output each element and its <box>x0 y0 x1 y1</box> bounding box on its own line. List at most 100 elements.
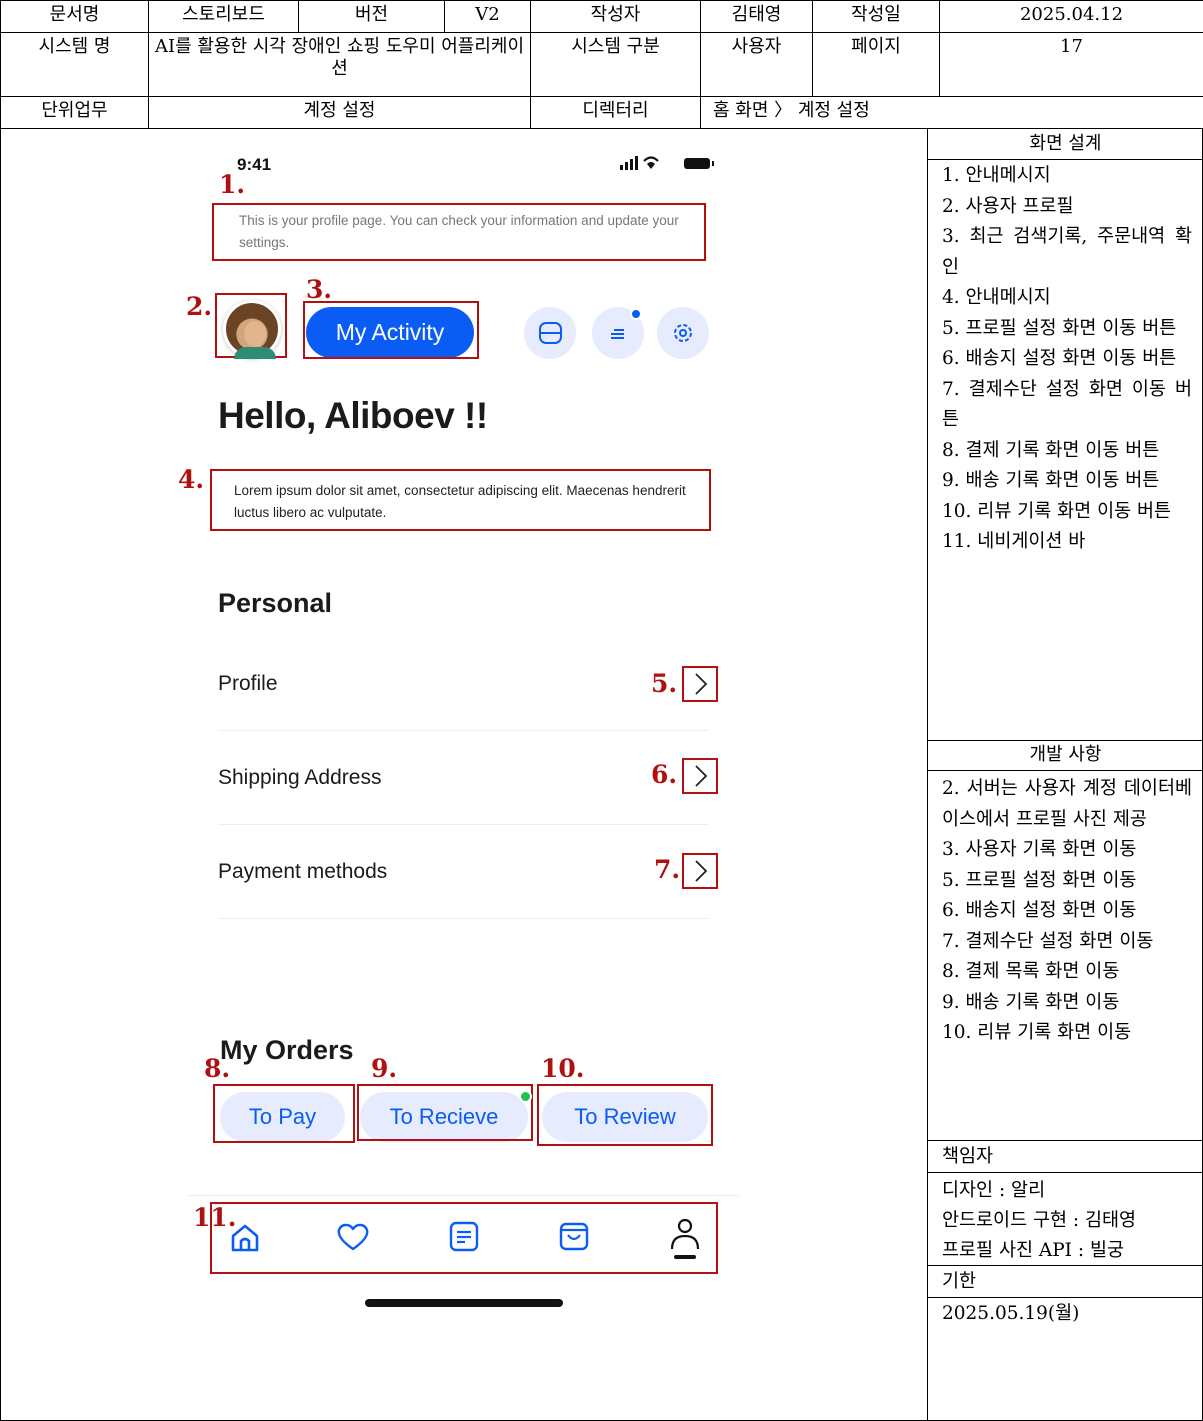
owner-title: 책임자 <box>942 1146 994 1167</box>
storyboard-header-table: 문서명 스토리보드 버전 V2 작성자 김태영 작성일 2025.04.12 시… <box>0 0 1203 129</box>
dev-item: 5. 프로필 설정 화면 이동 <box>942 869 1137 891</box>
home-indicator <box>365 1299 563 1307</box>
annotation-box-9 <box>357 1084 533 1141</box>
marker-3: 3. <box>306 275 333 304</box>
author: 김태영 <box>700 0 813 33</box>
dev-section-title: 개발 사항 <box>928 741 1203 771</box>
section-divider <box>928 1265 1203 1266</box>
new-status-dot <box>519 1090 532 1103</box>
chevron-right-icon <box>695 860 708 882</box>
annotation-box-8 <box>213 1084 355 1143</box>
unit-task: 계정 설정 <box>148 96 531 129</box>
deadline-title: 기한 <box>942 1271 977 1292</box>
owner-design: 디자인 : 알리 <box>942 1180 1046 1201</box>
shipping-address-chevron-button[interactable] <box>682 758 718 794</box>
bag-icon[interactable] <box>558 1221 590 1258</box>
directory-label: 디렉터리 <box>530 96 701 129</box>
section-divider <box>928 1172 1203 1173</box>
dev-item: 2. 서버는 사용자 계정 데이터베이스에서 프로필 사진 제공 <box>942 778 1192 830</box>
directory-path: 홈 화면 〉 계정 설정 <box>700 96 1203 129</box>
marker-2: 2. <box>186 292 213 321</box>
system-name-label: 시스템 명 <box>0 32 149 97</box>
list-icon[interactable] <box>449 1221 479 1258</box>
marker-4: 4. <box>178 465 205 494</box>
heart-icon[interactable] <box>336 1222 370 1257</box>
dev-item: 7. 결제수단 설정 화면 이동 <box>942 930 1154 952</box>
marker-6: 6. <box>651 760 678 789</box>
design-item: 11. 네비게이션 바 <box>942 531 1086 552</box>
profile-notice: This is your profile page. You can check… <box>239 213 679 250</box>
my-orders-section-title: My Orders <box>220 1035 354 1065</box>
section-divider <box>928 1297 1203 1298</box>
marker-1: 1. <box>219 170 246 199</box>
design-item: 9. 배송 기록 화면 이동 버튼 <box>942 470 1160 491</box>
avatar-face <box>244 321 266 347</box>
design-item: 10. 리뷰 기록 화면 이동 버튼 <box>942 500 1172 522</box>
signal-wifi-icon <box>620 154 680 177</box>
dev-items-list: 2. 서버는 사용자 계정 데이터베이스에서 프로필 사진 제공 3. 사용자 … <box>942 774 1192 1049</box>
dev-item: 10. 리뷰 기록 화면 이동 <box>942 1022 1132 1043</box>
profile-row-label[interactable]: Profile <box>218 672 278 696</box>
annotation-box-3 <box>303 301 479 359</box>
annotation-box-10 <box>537 1084 713 1146</box>
dev-item: 6. 배송지 설정 화면 이동 <box>942 900 1137 921</box>
dev-item: 3. 사용자 기록 화면 이동 <box>942 839 1137 860</box>
battery-tip <box>712 161 714 166</box>
version: V2 <box>444 0 531 33</box>
gear-icon <box>674 324 692 342</box>
voucher-button[interactable] <box>524 307 576 359</box>
doc-name: 스토리보드 <box>148 0 299 33</box>
battery-icon <box>684 158 710 169</box>
avatar-shirt <box>234 347 276 359</box>
marker-9: 9. <box>371 1054 398 1083</box>
doc-name-label: 문서명 <box>0 0 149 33</box>
marker-10: 10. <box>541 1054 585 1083</box>
home-icon[interactable] <box>229 1222 261 1259</box>
page-number: 17 <box>939 32 1203 97</box>
greeting-notice: Lorem ipsum dolor sit amet, consectetur … <box>234 483 686 520</box>
design-item: 2. 사용자 프로필 <box>942 195 1074 217</box>
page-label: 페이지 <box>812 32 940 97</box>
design-item: 8. 결제 기록 화면 이동 버튼 <box>942 439 1160 461</box>
owner-android: 안드로이드 구현 : 김태영 <box>942 1210 1137 1231</box>
author-label: 작성자 <box>530 0 701 33</box>
owner-profile-api: 프로필 사진 API : 빌궁 <box>942 1240 1125 1261</box>
marker-7: 7. <box>654 855 681 884</box>
section-divider <box>928 1140 1203 1141</box>
voucher-icon <box>539 322 562 344</box>
system-name: AI를 활용한 시각 장애인 쇼핑 도우미 어플리케이션 <box>148 32 531 97</box>
user-icon[interactable] <box>667 1217 703 1270</box>
profile-chevron-button[interactable] <box>682 666 718 702</box>
notification-dot <box>630 308 642 320</box>
personal-section-title: Personal <box>218 588 333 618</box>
dev-item: 8. 결제 목록 화면 이동 <box>942 961 1120 982</box>
design-item: 3. 최근 검색기록, 주문내역 확인 <box>942 226 1192 278</box>
unit-task-label: 단위업무 <box>0 96 149 129</box>
marker-5: 5. <box>651 669 678 698</box>
date: 2025.04.12 <box>939 0 1203 33</box>
shipping-address-row-label[interactable]: Shipping Address <box>218 766 381 790</box>
system-type-label: 시스템 구분 <box>530 32 701 97</box>
avatar[interactable] <box>223 300 281 359</box>
design-items-list: 1. 안내메시지 2. 사용자 프로필 3. 최근 검색기록, 주문내역 확인 … <box>942 161 1192 558</box>
design-item: 5. 프로필 설정 화면 이동 버튼 <box>942 317 1177 339</box>
deadline-date: 2025.05.19(월) <box>942 1303 1080 1324</box>
row-divider <box>218 730 708 731</box>
greeting-title: Hello, Aliboev !! <box>218 395 488 436</box>
version-label: 버전 <box>298 0 445 33</box>
marker-8: 8. <box>204 1054 231 1083</box>
row-divider <box>218 824 708 825</box>
dev-item: 9. 배송 기록 화면 이동 <box>942 991 1120 1013</box>
design-item: 7. 결제수단 설정 화면 이동 버튼 <box>942 378 1192 431</box>
design-item: 6. 배송지 설정 화면 이동 버튼 <box>942 348 1177 369</box>
settings-button[interactable] <box>657 307 709 359</box>
payment-methods-row-label[interactable]: Payment methods <box>218 860 387 884</box>
design-item: 4. 안내메시지 <box>942 287 1051 308</box>
payment-methods-chevron-button[interactable] <box>682 853 718 889</box>
design-item: 1. 안내메시지 <box>942 165 1051 186</box>
date-label: 작성일 <box>812 0 940 33</box>
system-type: 사용자 <box>700 32 813 97</box>
chevron-right-icon <box>695 765 708 787</box>
design-section-title: 화면 설계 <box>928 130 1203 160</box>
chevron-right-icon <box>695 673 708 695</box>
